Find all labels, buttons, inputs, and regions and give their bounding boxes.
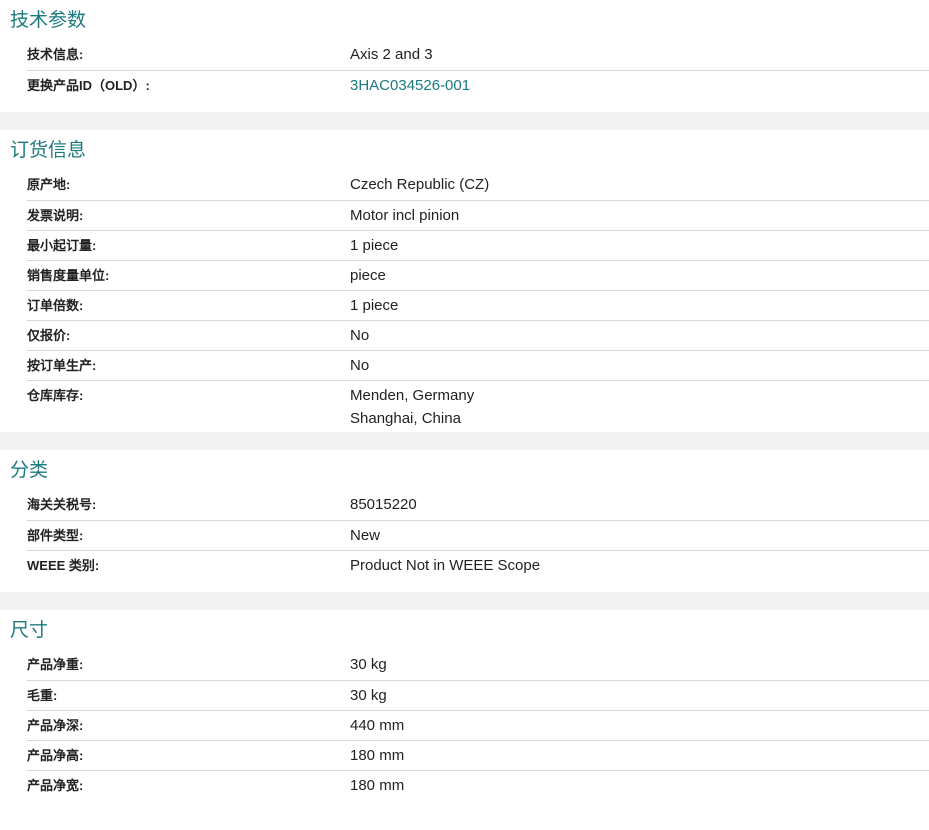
section-title: 技术参数 xyxy=(10,10,87,31)
spec-label: 产品净深: xyxy=(27,718,84,733)
section-ordering: 订货信息 原产地: Czech Republic (CZ) 发票说明: Moto… xyxy=(0,130,929,432)
spec-label: WEEE 类别: xyxy=(27,558,100,573)
spec-list: 原产地: Czech Republic (CZ) 发票说明: Motor inc… xyxy=(0,170,929,432)
spec-label: 仅报价: xyxy=(27,328,71,343)
section-title: 尺寸 xyxy=(10,620,49,641)
spec-row: 产品净深: 440 mm xyxy=(27,710,929,740)
section-title: 订货信息 xyxy=(10,140,87,161)
spec-row: 最小起订量: 1 piece xyxy=(27,230,929,260)
spec-label: 产品净重: xyxy=(27,657,84,672)
spec-row: 产品净宽: 180 mm xyxy=(27,770,929,800)
spec-row: 销售度量单位: piece xyxy=(27,260,929,290)
spec-label: 仓库库存: xyxy=(27,388,84,403)
spec-value: 180 mm xyxy=(350,777,405,794)
spec-row: 毛重: 30 kg xyxy=(27,680,929,710)
spec-row: 更换产品ID（OLD）: 3HAC034526-001 xyxy=(27,70,929,100)
section-divider xyxy=(0,112,929,130)
spec-value: Menden, Germany Shanghai, China xyxy=(350,381,474,432)
spec-list: 技术信息: Axis 2 and 3 更换产品ID（OLD）: 3HAC0345… xyxy=(0,40,929,100)
spec-value: 85015220 xyxy=(350,496,417,513)
spec-value: 30 kg xyxy=(350,687,387,704)
spec-label: 更换产品ID（OLD）: xyxy=(27,78,150,93)
spec-label: 产品净高: xyxy=(27,748,84,763)
spec-value: Axis 2 and 3 xyxy=(350,46,433,63)
spec-label: 毛重: xyxy=(27,688,58,703)
spec-value: 440 mm xyxy=(350,717,405,734)
warehouse-location: Menden, Germany xyxy=(350,387,475,404)
spec-label: 产品净宽: xyxy=(27,778,84,793)
spec-row: 部件类型: New xyxy=(27,520,929,550)
spec-row: 产品净高: 180 mm xyxy=(27,740,929,770)
spec-row: 仓库库存: Menden, Germany Shanghai, China xyxy=(27,380,929,432)
spec-list: 产品净重: 30 kg 毛重: 30 kg 产品净深: 440 mm 产品净高:… xyxy=(0,650,929,800)
spec-row: 发票说明: Motor incl pinion xyxy=(27,200,929,230)
spec-row: 原产地: Czech Republic (CZ) xyxy=(27,170,929,200)
warehouse-location: Shanghai, China xyxy=(350,410,461,427)
spec-value: Czech Republic (CZ) xyxy=(350,176,490,193)
spec-row: 海关关税号: 85015220 xyxy=(27,490,929,520)
spec-label: 部件类型: xyxy=(27,528,84,543)
section-dimensions: 尺寸 产品净重: 30 kg 毛重: 30 kg 产品净深: 440 mm 产品… xyxy=(0,610,929,800)
spec-row: WEEE 类别: Product Not in WEEE Scope xyxy=(27,550,929,580)
spec-value: 1 piece xyxy=(350,237,399,254)
spec-row: 订单倍数: 1 piece xyxy=(27,290,929,320)
section-title: 分类 xyxy=(10,460,49,481)
spec-label: 海关关税号: xyxy=(27,497,97,512)
spec-label: 技术信息: xyxy=(27,47,84,62)
section-classification: 分类 海关关税号: 85015220 部件类型: New WEEE 类别: Pr… xyxy=(0,450,929,580)
spec-row: 技术信息: Axis 2 and 3 xyxy=(27,40,929,70)
spec-value: Product Not in WEEE Scope xyxy=(350,557,541,574)
section-divider xyxy=(0,592,929,610)
spec-value: 180 mm xyxy=(350,747,405,764)
spec-label: 发票说明: xyxy=(27,208,84,223)
spec-row: 仅报价: No xyxy=(27,320,929,350)
spec-value: 1 piece xyxy=(350,297,399,314)
spec-value: 30 kg xyxy=(350,656,387,673)
section-technical: 技术参数 技术信息: Axis 2 and 3 更换产品ID（OLD）: 3HA… xyxy=(0,0,929,100)
spec-label: 销售度量单位: xyxy=(27,268,110,283)
spec-row: 按订单生产: No xyxy=(27,350,929,380)
spec-value: Motor incl pinion xyxy=(350,207,460,224)
section-divider xyxy=(0,432,929,450)
replacement-id-link[interactable]: 3HAC034526-001 xyxy=(350,71,470,100)
spec-row: 产品净重: 30 kg xyxy=(27,650,929,680)
spec-label: 订单倍数: xyxy=(27,298,84,313)
spec-value: piece xyxy=(350,267,386,284)
spec-value: No xyxy=(350,327,370,344)
spec-value: New xyxy=(350,527,381,544)
spec-label: 原产地: xyxy=(27,177,71,192)
spec-list: 海关关税号: 85015220 部件类型: New WEEE 类别: Produ… xyxy=(0,490,929,580)
spec-label: 最小起订量: xyxy=(27,238,97,253)
spec-label: 按订单生产: xyxy=(27,358,97,373)
spec-value: No xyxy=(350,357,370,374)
